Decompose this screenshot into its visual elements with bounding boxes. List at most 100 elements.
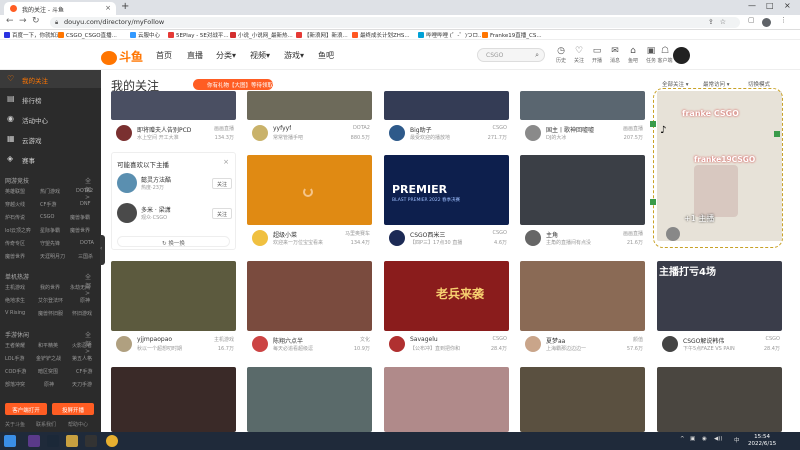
stream-thumbnail[interactable]: PREMIER BLAST PREMIER 2022 春季决赛 — [384, 155, 509, 225]
cast-broadcast-button[interactable]: 投屏开播 — [52, 403, 94, 415]
category-link[interactable]: V Rising — [5, 310, 25, 316]
streamer-avatar[interactable] — [115, 124, 133, 142]
gift-promo-banner[interactable]: 你有礼物【大图】等待领取 — [193, 79, 273, 90]
bookmark-item[interactable]: Franke19直播_CS... — [482, 31, 542, 39]
category-link[interactable]: 炉石传说 — [5, 214, 25, 221]
streamer-avatar[interactable] — [388, 335, 406, 353]
category-link[interactable]: 永劫无间 — [70, 284, 90, 291]
windows-start-icon[interactable] — [4, 435, 16, 447]
category-link[interactable]: 王者荣耀 — [5, 342, 25, 349]
category-link[interactable]: 部落冲突 — [5, 381, 25, 388]
nav-home[interactable]: 首页 — [156, 50, 172, 61]
stream-thumbnail[interactable] — [111, 367, 236, 432]
category-link[interactable]: 怀旧游戏 — [72, 310, 92, 317]
streamer-name[interactable]: Big助子 — [410, 125, 432, 134]
douyu-logo[interactable]: 斗鱼 — [101, 48, 143, 65]
footer-link[interactable]: 联系我们 — [36, 421, 56, 428]
streamer-avatar[interactable] — [524, 229, 542, 247]
history-button[interactable]: ◷ 历史 — [552, 46, 570, 64]
bookmark-item[interactable]: 云服中心 — [130, 31, 160, 39]
streamer-name[interactable]: 夏梦aa — [546, 336, 565, 345]
stream-thumbnail[interactable]: 老兵来袭 — [384, 261, 509, 331]
nav-yuba[interactable]: 鱼吧 — [318, 50, 334, 61]
streamer-name[interactable]: 国主丨歌神回嘘嘘 — [546, 125, 594, 134]
category-link[interactable]: 主机游戏 — [5, 284, 25, 291]
follow-button[interactable]: 关注 — [212, 208, 232, 219]
stream-category[interactable]: DOTA2 — [353, 125, 370, 131]
stream-category[interactable]: 画画直播 — [623, 230, 643, 237]
close-window-button[interactable]: × — [784, 1, 791, 10]
stream-category[interactable]: 文化 — [360, 336, 370, 343]
browser-tab[interactable]: 我的关注 - 斗鱼 × — [4, 2, 116, 15]
stream-thumbnail[interactable] — [247, 261, 372, 331]
streamer-avatar[interactable] — [251, 229, 269, 247]
bookmark-item[interactable]: CSGO_CSGO直播... — [58, 31, 117, 39]
category-link[interactable]: lol云顶之弈 — [5, 227, 31, 234]
streamer-avatar[interactable] — [115, 335, 133, 353]
category-link[interactable]: CF手游 — [40, 201, 56, 208]
messages-button[interactable]: ✉ 消息 — [606, 46, 624, 64]
stream-thumbnail[interactable] — [247, 367, 372, 432]
minimize-button[interactable]: — — [748, 1, 756, 10]
sidebar-item-cloud-game[interactable]: ▦ 云游戏 — [0, 130, 101, 148]
search-input[interactable]: CSGO ⌕ — [477, 48, 545, 62]
bookmark-item[interactable]: 哔哩哔哩 (゜-゜)つロ... — [418, 31, 483, 39]
anchor-name[interactable]: 懿灵方法酷 — [141, 175, 171, 184]
reload-icon[interactable]: ↻ — [32, 16, 40, 26]
streamer-avatar[interactable] — [251, 335, 269, 353]
category-link[interactable]: CF手游 — [76, 368, 92, 375]
stream-thumbnail[interactable] — [520, 155, 645, 225]
follow-button[interactable]: 关注 — [212, 178, 232, 189]
streamer-name[interactable]: 超级小菜 — [273, 230, 297, 239]
stream-thumbnail[interactable] — [247, 91, 372, 120]
category-link[interactable]: COD手游 — [5, 368, 26, 375]
profile-icon[interactable] — [762, 18, 771, 27]
stream-thumbnail[interactable] — [520, 261, 645, 331]
tray-expand-icon[interactable]: ^ — [680, 436, 685, 442]
category-link[interactable]: 艾尔登法环 — [38, 297, 63, 304]
system-clock[interactable]: 15:54 2022/6/15 — [748, 434, 776, 448]
category-link[interactable]: 原神 — [80, 297, 90, 304]
bookmark-item[interactable]: 最终成长计划ZHS... — [352, 31, 410, 39]
streamer-name[interactable]: CSGO西米三 — [410, 230, 445, 239]
stream-thumbnail[interactable] — [384, 91, 509, 120]
view-mode-toggle[interactable]: 切换模式 — [748, 80, 770, 88]
stream-thumbnail[interactable] — [111, 91, 236, 120]
sidebar-collapse-handle[interactable]: ‹ — [100, 235, 105, 265]
category-link[interactable]: 魔兽争霸 — [70, 214, 90, 221]
bookmark-item[interactable]: 【新浪网】新浪... — [296, 31, 348, 39]
refresh-recommend-button[interactable]: ↻ 换一换 — [117, 236, 230, 247]
streamer-avatar[interactable] — [251, 124, 269, 142]
category-link[interactable]: CSGO — [40, 214, 54, 220]
follow-button[interactable]: ♡ 关注 — [570, 46, 588, 64]
extensions-icon[interactable]: ▢ — [748, 16, 755, 24]
search-icon[interactable]: ⌕ — [535, 51, 539, 60]
stream-thumbnail[interactable] — [247, 155, 372, 225]
category-link[interactable]: LOL手游 — [5, 355, 24, 362]
new-tab-button[interactable]: + — [121, 1, 129, 12]
streamer-avatar[interactable] — [388, 124, 406, 142]
category-link[interactable]: 原神 — [44, 381, 54, 388]
app-icon[interactable] — [28, 435, 40, 447]
category-link[interactable]: 魔兽怀旧服 — [38, 310, 63, 317]
streamer-name[interactable]: Savagelu — [410, 336, 438, 343]
ime-indicator[interactable]: 中 — [734, 436, 740, 444]
category-link[interactable]: 绝地求生 — [5, 297, 25, 304]
stream-category[interactable]: 画画直播 — [214, 125, 234, 132]
bookmark-item[interactable]: 5EPlay - 5E对战平... — [168, 31, 229, 39]
category-link[interactable]: 星际争霸 — [40, 227, 60, 234]
yuba-button[interactable]: ⌂ 鱼吧 — [624, 46, 642, 64]
chrome-icon[interactable] — [106, 435, 118, 447]
maximize-button[interactable]: □ — [766, 1, 774, 10]
stream-category[interactable]: 画画直播 — [623, 125, 643, 132]
sidebar-item-follow[interactable]: ♡ 我的关注 — [0, 70, 101, 88]
footer-link[interactable]: 关于斗鱼 — [5, 421, 25, 428]
stream-thumbnail[interactable]: 主播打亏4场 — [657, 261, 782, 331]
bookmark-item[interactable]: 百度一下，你就知道 — [4, 31, 62, 39]
network-icon[interactable]: ◉ — [702, 436, 707, 442]
streamer-name[interactable]: yyfyyf — [273, 125, 291, 132]
bookmark-item[interactable]: 小说_小说网_最新热... — [230, 31, 293, 39]
open-client-button[interactable]: 客户端打开 — [5, 403, 47, 415]
category-link[interactable]: DOTA2 — [76, 188, 93, 194]
stream-category[interactable]: CSGO — [766, 336, 780, 342]
